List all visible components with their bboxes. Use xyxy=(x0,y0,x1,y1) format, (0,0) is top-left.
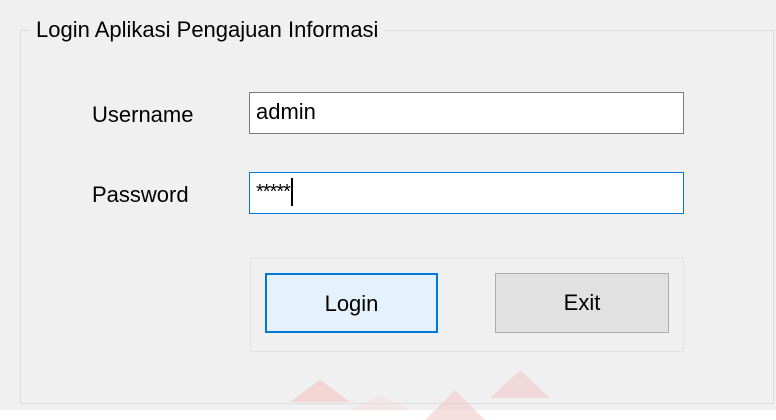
username-label: Username xyxy=(92,102,194,127)
password-label: Password xyxy=(92,182,189,207)
password-field[interactable]: ***** xyxy=(249,172,684,214)
login-button[interactable]: Login xyxy=(265,273,438,333)
login-window: Login Aplikasi Pengajuan Informasi Usern… xyxy=(0,0,776,420)
username-field[interactable]: admin xyxy=(249,92,684,134)
text-caret xyxy=(290,178,293,206)
exit-button[interactable]: Exit xyxy=(495,273,669,333)
password-masked-value: ***** xyxy=(256,181,291,203)
watermark-logo xyxy=(290,370,550,420)
groupbox-title: Login Aplikasi Pengajuan Informasi xyxy=(30,17,385,43)
